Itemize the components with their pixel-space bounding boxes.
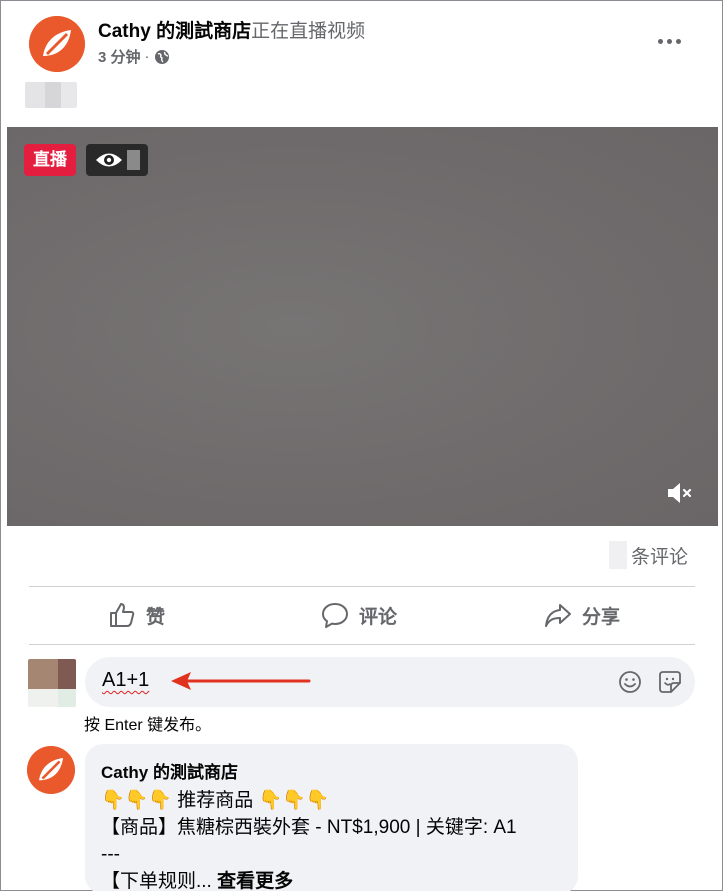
divider [29,644,695,645]
current-user-avatar[interactable] [28,659,76,707]
blurred-caption [25,82,77,108]
comment-author-avatar[interactable] [27,746,75,794]
smiley-icon[interactable] [617,669,643,695]
see-more-link[interactable]: 查看更多 [217,871,293,891]
post-author-line: Cathy 的測試商店正在直播视频 [98,16,365,43]
comment-bubble: Cathy 的測試商店 👇👇👇 推荐商品 👇👇👇 【商品】焦糖棕西裝外套 - N… [85,744,578,891]
page-avatar[interactable] [29,16,85,72]
eye-icon [96,153,122,167]
recommend-text: 推荐商品 [171,790,259,811]
live-badge: 直播 [24,144,76,176]
comment-line-4: 【下单规则... 查看更多 [101,868,562,891]
page-logo-icon [29,16,85,72]
order-rules-text: 【下单规则... [101,871,218,891]
speech-bubble-icon [322,603,348,628]
comment-line-1: 👇👇👇 推荐商品 👇👇👇 [101,787,562,814]
comment-author[interactable]: Cathy 的測試商店 [101,758,562,783]
comment-line-3: --- [101,844,120,865]
comment-button[interactable]: 评论 [321,596,397,634]
comment-count[interactable]: 条评论 [609,541,688,569]
dot-icon [675,38,681,44]
comment-line-2: 【商品】焦糖棕西裝外套 - NT$1,900 | 关键字: A1 [101,817,517,838]
blurred-comment-number [609,541,627,569]
share-arrow-icon [545,604,571,627]
post-card: Cathy 的測試商店正在直播视频 3 分钟 · 直播 条评论 赞 评论 分享 … [0,0,723,891]
globe-icon[interactable] [154,49,170,65]
live-status-text: 正在直播视频 [251,21,366,42]
viewer-count-badge [86,144,148,176]
meta-separator: · [144,48,150,65]
thumbs-up-icon [110,603,135,627]
pointing-down-emoji: 👇👇👇 [258,790,330,811]
blurred-viewer-count [127,150,140,170]
dot-icon [666,38,672,44]
comment-count-label: 条评论 [631,546,689,568]
submit-hint: 按 Enter 键发布。 [84,717,212,734]
more-options-button[interactable] [649,29,689,53]
dot-icon [657,38,663,44]
like-button[interactable]: 赞 [108,596,165,634]
share-label: 分享 [582,606,621,628]
comment-label: 评论 [359,606,398,628]
share-button[interactable]: 分享 [544,596,620,634]
speaker-muted-icon[interactable] [663,477,695,509]
page-name-link[interactable]: Cathy 的測試商店 [98,21,251,42]
comment-input-value: A1+1 [102,669,150,691]
post-timestamp[interactable]: 3 分钟 [98,46,141,67]
annotation-arrow-icon [171,672,311,690]
pointing-down-emoji: 👇👇👇 [101,790,172,811]
divider [29,586,695,587]
post-meta: 3 分钟 · [98,46,170,67]
like-label: 赞 [146,606,166,628]
page-logo-icon [27,746,75,794]
sticker-icon[interactable] [657,669,683,695]
live-video-player[interactable]: 直播 [7,127,718,526]
